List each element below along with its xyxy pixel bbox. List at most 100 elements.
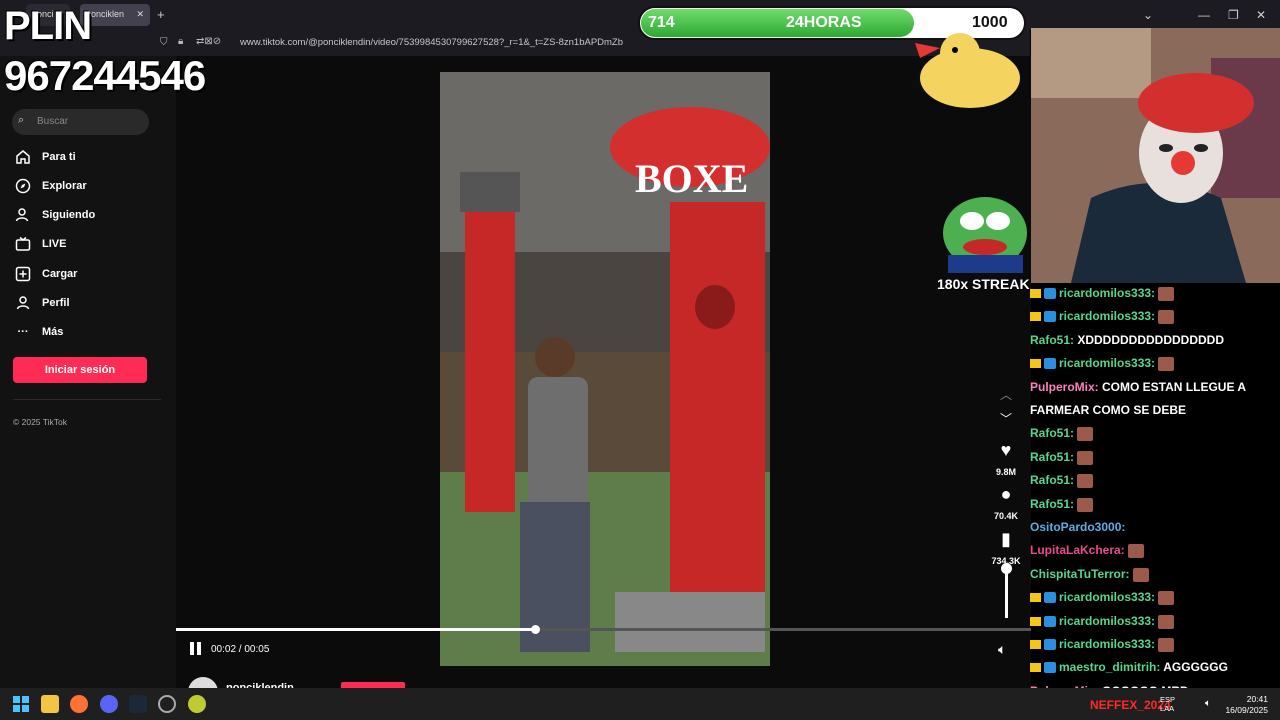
sidebar-item-perfil[interactable]: Perfil <box>14 291 70 315</box>
likes-count: 9.8M <box>995 467 1016 477</box>
emote-icon <box>1158 614 1175 629</box>
upload-icon <box>14 265 32 283</box>
chat-message: Rafo51: <box>1030 496 1094 512</box>
emote-icon <box>1077 450 1094 465</box>
chat-username: LupitaLaKchera: <box>1030 543 1125 557</box>
chat-username: Rafo51: <box>1030 450 1075 464</box>
chat-username: ricardomilos333: <box>1059 614 1156 628</box>
minimize-icon[interactable]: — <box>1198 8 1210 22</box>
window-close-icon[interactable]: ✕ <box>1256 8 1266 22</box>
sidebar-item-cargar[interactable]: Cargar <box>14 262 77 286</box>
firefox-icon[interactable] <box>70 695 88 713</box>
chat-message: ricardomilos333: <box>1030 589 1175 605</box>
chat-username: ricardomilos333: <box>1059 309 1156 323</box>
clock-time[interactable]: 20:41 <box>1236 694 1268 704</box>
sidebar-item-mas[interactable]: ··· Más <box>14 320 64 344</box>
chevron-down-icon[interactable]: ﹀ <box>995 410 1017 427</box>
search-placeholder: Buscar <box>37 116 69 127</box>
chat-message: ricardomilos333: <box>1030 636 1175 652</box>
emote-icon <box>1158 309 1175 324</box>
chevron-up-icon[interactable]: ︿ <box>995 386 1017 403</box>
sidebar-item-label: Más <box>42 326 64 338</box>
neffex-label: NEFFEX_2024 <box>1090 698 1171 712</box>
chat-message: ChispitaTuTerror: <box>1030 566 1149 582</box>
login-button[interactable]: Iniciar sesión <box>13 357 147 383</box>
language-code: ESP <box>1160 695 1176 704</box>
sidebar-item-para-ti[interactable]: Para ti <box>14 145 76 169</box>
windows-start-icon[interactable] <box>12 695 30 713</box>
crown-badge-icon <box>1030 617 1041 627</box>
heart-icon[interactable]: ♥ <box>995 440 1017 461</box>
crown-badge-icon <box>1030 593 1041 603</box>
clock-date[interactable]: 16/09/2025 <box>1224 705 1268 715</box>
steam-icon[interactable] <box>129 695 147 713</box>
sidebar-item-live[interactable]: LIVE <box>14 232 66 256</box>
close-icon[interactable]: ✕ <box>136 9 144 20</box>
plin-label: PLIN <box>4 4 92 48</box>
permissions-icon[interactable]: ⇄⊠⊘ <box>196 36 221 47</box>
sidebar-item-siguiendo[interactable]: Siguiendo <box>14 203 95 227</box>
chat-message: ricardomilos333: <box>1030 613 1175 629</box>
chat-text: COMO ESTAN LLEGUE A <box>1098 380 1247 394</box>
chat-username: ChispitaTuTerror: <box>1030 567 1130 581</box>
sidebar-item-explorar[interactable]: Explorar <box>14 174 87 198</box>
subscriber-badge-icon <box>1044 288 1056 300</box>
app-icon[interactable] <box>188 695 206 713</box>
discord-icon[interactable] <box>100 695 118 713</box>
chat-message: ricardomilos333: <box>1030 355 1175 371</box>
copyright-text: © 2025 TikTok <box>13 417 67 427</box>
emote-icon <box>1077 497 1094 512</box>
chat-message: ricardomilos333: <box>1030 308 1175 324</box>
chat-message: OsitoPardo3000: <box>1030 519 1125 535</box>
subscriber-badge-icon <box>1044 592 1056 604</box>
chat-username: maestro_dimitrih: <box>1059 660 1161 674</box>
search-input[interactable] <box>12 109 149 135</box>
chat-username: Rafo51: <box>1030 426 1075 440</box>
lock-icon[interactable]: 🔒︎ <box>178 36 183 47</box>
bookmark-icon[interactable]: ▮ <box>995 529 1017 550</box>
volume-slider-handle[interactable] <box>1001 563 1012 574</box>
svg-text:BOXE: BOXE <box>635 156 748 201</box>
pepe-sticker-icon <box>938 185 1033 280</box>
pause-bar <box>190 642 194 655</box>
volume-icon[interactable]: 🔈︎ <box>998 641 1006 658</box>
chat-message: Rafo51: <box>1030 449 1094 465</box>
crown-badge-icon <box>1030 640 1041 650</box>
subscriber-badge-icon <box>1044 616 1056 628</box>
emote-icon <box>1132 567 1149 582</box>
divider <box>13 399 161 400</box>
comment-icon[interactable]: ● <box>995 484 1017 505</box>
emote-icon <box>1077 426 1094 441</box>
file-explorer-icon[interactable] <box>41 695 59 713</box>
chat-username: ricardomilos333: <box>1059 637 1156 651</box>
progress-handle[interactable] <box>531 625 540 634</box>
emote-icon <box>1127 543 1144 558</box>
chat-text: AGGGGGG <box>1160 660 1228 674</box>
goal-label: 24HORAS <box>786 14 862 31</box>
speaker-icon[interactable]: 🔈︎ <box>1205 698 1211 709</box>
url-text[interactable]: www.tiktok.com/@ponciklendin/video/75399… <box>240 37 623 48</box>
subscriber-badge-icon <box>1044 358 1056 370</box>
shield-icon[interactable]: ⛉ <box>160 37 168 48</box>
chat-username: Rafo51: <box>1030 473 1075 487</box>
phone-number: 967244546 <box>4 52 206 99</box>
crown-badge-icon <box>1030 663 1041 673</box>
keyboard-layout: LAA <box>1160 704 1175 713</box>
pause-button[interactable] <box>190 642 204 656</box>
chevron-down-icon[interactable]: ⌄ <box>1143 8 1153 22</box>
emote-icon <box>1158 356 1175 371</box>
comments-count: 70.4K <box>993 511 1019 521</box>
crown-badge-icon <box>1030 289 1041 299</box>
video-player[interactable]: BOXE <box>440 72 770 666</box>
obs-icon[interactable] <box>158 695 176 713</box>
chat-username: ricardomilos333: <box>1059 286 1156 300</box>
video-frame: BOXE <box>440 72 770 666</box>
language-indicator[interactable]: ESP LAA <box>1160 695 1175 713</box>
live-icon <box>14 235 32 253</box>
restore-icon[interactable]: ❐ <box>1228 8 1239 22</box>
progress-fill <box>176 628 535 631</box>
chat-username: PulperoMix: <box>1030 380 1099 394</box>
duck-sticker-icon <box>910 18 1030 123</box>
new-tab-icon[interactable]: + <box>157 7 165 22</box>
chat-username: ricardomilos333: <box>1059 590 1156 604</box>
